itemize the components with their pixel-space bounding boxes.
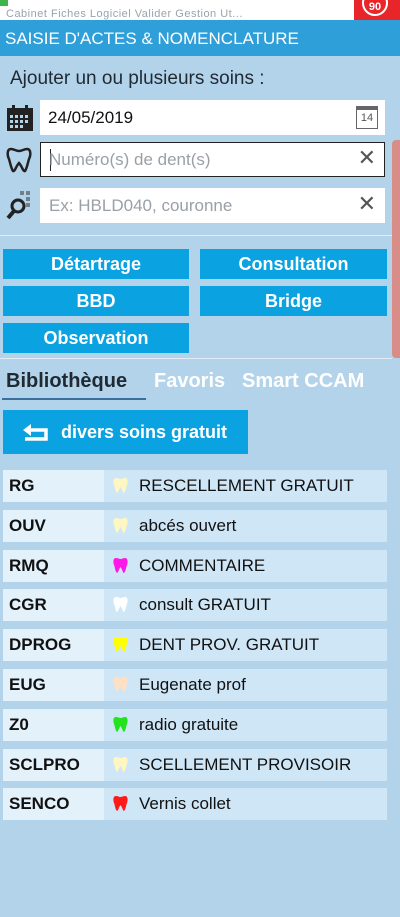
act-code: DPROG [3,629,104,662]
act-description: DENT PROV. GRATUIT [139,635,320,655]
act-code: EUG [3,669,104,701]
act-code: RMQ [3,549,104,582]
quick-button-consultation[interactable]: Consultation [200,249,387,279]
act-description: RESCELLEMENT GRATUIT [139,476,354,495]
tab-favoris[interactable]: Favoris [154,370,225,393]
tooth-color-icon [113,796,128,812]
act-row[interactable]: CGR consult GRATUIT [3,589,387,622]
act-code: CGR [3,589,104,622]
act-description: Eugenate prof [139,675,246,694]
act-row[interactable]: Z0 radio gratuite [3,708,387,741]
teeth-field[interactable]: ✕ [40,142,385,177]
act-row[interactable]: OUV abcés ouvert [3,509,387,542]
act-row[interactable]: EUG Eugenate prof [3,669,387,701]
tooth-color-icon [113,677,128,692]
window-top-strip: Cabinet Fiches Logiciel Valider Gestion … [0,0,400,20]
act-row[interactable]: RG RESCELLEMENT GRATUIT [3,470,387,502]
clear-teeth-icon[interactable]: ✕ [358,145,376,171]
tooth-icon [6,147,32,173]
tab-bibliotheque[interactable]: Bibliothèque [6,370,127,393]
act-row[interactable]: RMQ COMMENTAIRE [3,549,387,582]
badge-count: 90 [362,0,388,16]
quick-button-bridge[interactable]: Bridge [200,286,387,316]
clear-search-icon[interactable]: ✕ [358,191,376,217]
panel-title: SAISIE D'ACTES & NOMENCLATURE [0,20,400,56]
back-folder-button[interactable]: divers soins gratuit [3,410,248,454]
act-description: consult GRATUIT [139,595,271,615]
tooth-color-icon [113,716,128,732]
act-description: abcés ouvert [139,515,237,535]
date-picker-icon[interactable]: 14 [356,106,378,129]
act-search-input[interactable] [49,193,349,219]
tab-smart-ccam[interactable]: Smart CCAM [242,370,364,393]
act-description: SCELLEMENT PROVISOIR [139,754,352,774]
add-care-heading: Ajouter un ou plusieurs soins : [10,68,265,89]
tooth-color-icon [113,517,128,533]
tooth-color-icon [113,478,128,493]
active-tab-indicator [2,398,146,400]
act-search-field[interactable]: ✕ [40,188,385,223]
act-description: radio gratuite [139,714,239,734]
act-row[interactable]: SCLPRO SCELLEMENT PROVISOIR [3,748,387,781]
act-code: SENCO [3,788,104,821]
calendar-icon [7,105,33,131]
date-value: 24/05/2019 [48,108,134,127]
date-field[interactable]: 24/05/2019 14 [40,100,385,135]
act-code: SCLPRO [3,748,104,781]
back-folder-label: divers soins gratuit [61,422,228,442]
tooth-color-icon [113,597,128,613]
act-code: Z0 [3,708,104,741]
quick-button-bbd[interactable]: BBD [3,286,189,316]
act-description: COMMENTAIRE [139,555,266,575]
act-code: OUV [3,509,104,542]
top-menu[interactable]: Cabinet Fiches Logiciel Valider Gestion … [6,8,243,20]
teeth-input[interactable] [49,147,349,173]
tooth-color-icon [113,557,128,573]
separator [0,235,392,236]
app-icon [0,0,8,6]
act-description: Vernis collet [139,794,231,814]
scrollbar[interactable] [392,140,400,358]
quick-button-detartrage[interactable]: Détartrage [3,249,189,279]
act-row[interactable]: SENCO Vernis collet [3,788,387,821]
notification-badge[interactable]: 90 [354,0,400,20]
separator [0,358,392,359]
act-row[interactable]: DPROG DENT PROV. GRATUIT [3,629,387,662]
search-icon [6,191,30,220]
tooth-color-icon [113,637,128,653]
quick-button-observation[interactable]: Observation [3,323,189,353]
tooth-color-icon [113,756,128,772]
back-arrow-icon [23,424,48,441]
act-code: RG [3,470,104,502]
